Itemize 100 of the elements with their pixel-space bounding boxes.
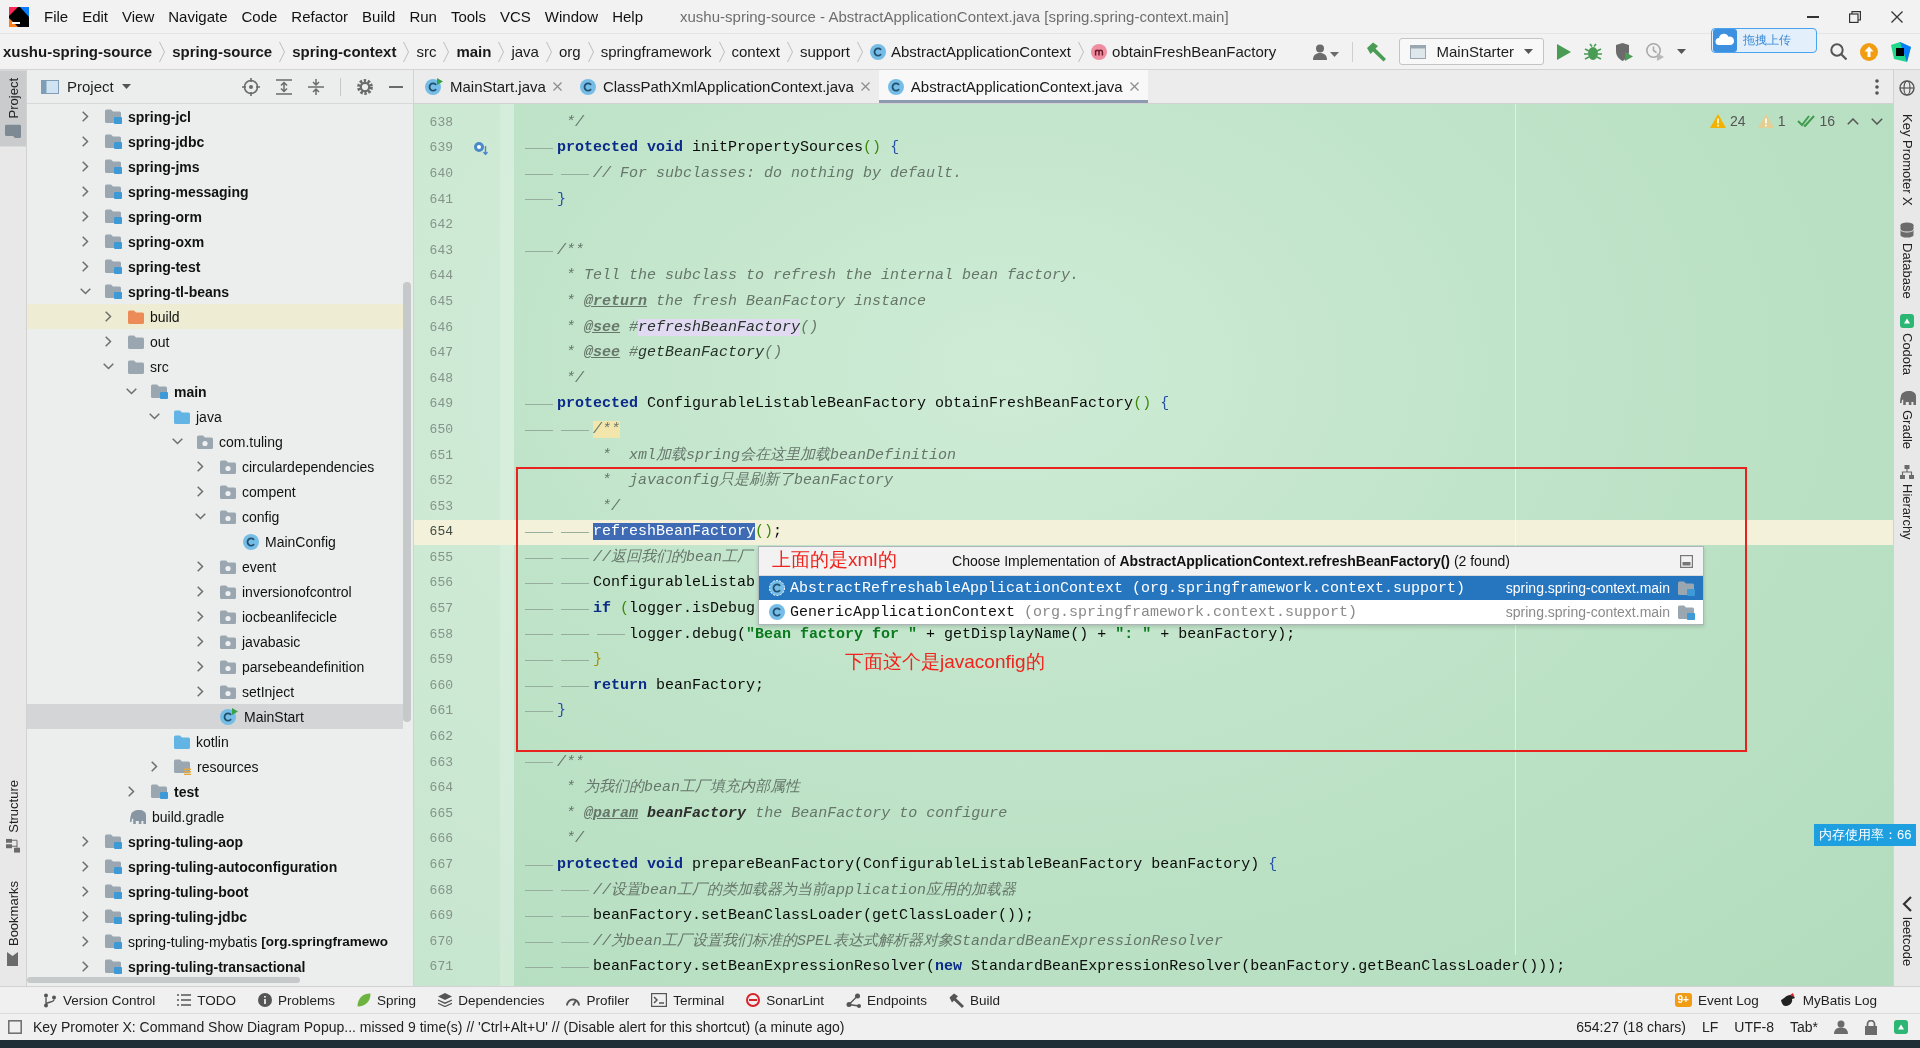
tree-item[interactable]: spring-test <box>27 254 403 279</box>
tool-window-tab[interactable]: Structure <box>0 772 26 861</box>
chevron-icon[interactable] <box>196 561 204 572</box>
tree-item[interactable]: test <box>27 779 403 804</box>
tree-item[interactable]: spring-jcl <box>27 104 403 129</box>
tree-item[interactable]: compent <box>27 479 403 504</box>
tool-window-button[interactable]: Endpoints <box>835 992 939 1008</box>
cursor-position[interactable]: 654:27 (18 chars) <box>1576 1019 1686 1035</box>
tool-window-button[interactable]: Problems <box>247 992 347 1008</box>
menu-item[interactable]: Code <box>234 5 285 28</box>
tree-item[interactable]: resources <box>27 754 403 779</box>
inspection-counter[interactable]: 16 <box>1797 113 1835 129</box>
scrollbar-thumb[interactable] <box>27 977 300 983</box>
chevron-icon[interactable] <box>196 586 204 597</box>
menu-item[interactable]: VCS <box>492 5 538 28</box>
tree-item[interactable]: inversionofcontrol <box>27 579 403 604</box>
tool-window-tab[interactable]: Bookmarks <box>0 872 26 974</box>
tool-window-button[interactable]: 9+ Event Log <box>1663 992 1770 1008</box>
chevron-icon[interactable] <box>81 211 89 222</box>
settings-icon[interactable] <box>357 78 373 95</box>
tool-window-button[interactable]: Terminal <box>640 992 736 1008</box>
logo-icon[interactable] <box>1891 41 1911 62</box>
tree-item[interactable]: spring-messaging <box>27 179 403 204</box>
chevron-icon[interactable] <box>196 686 204 697</box>
collapse-all-icon[interactable] <box>308 78 324 95</box>
chevron-icon[interactable] <box>81 261 89 272</box>
breadcrumb-item[interactable]: main <box>456 43 492 60</box>
square-icon[interactable] <box>8 1020 22 1034</box>
shield-icon[interactable] <box>1615 42 1633 61</box>
chevron-icon[interactable] <box>125 388 137 395</box>
tree-item[interactable]: spring-oxm <box>27 229 403 254</box>
tree-item[interactable]: java <box>27 404 403 429</box>
tree-item[interactable]: build.gradle <box>27 804 403 829</box>
popup-list-item[interactable]: AbstractRefreshableApplicationContext (org.springframework.context.support) spring.spring-context.main <box>759 576 1703 600</box>
menu-item[interactable]: Navigate <box>161 5 235 28</box>
chevron-icon[interactable] <box>104 311 112 322</box>
scrollbar-thumb[interactable] <box>403 282 411 722</box>
tree-item[interactable]: com.tuling <box>27 429 403 454</box>
breadcrumb-item[interactable]: support <box>799 43 850 60</box>
chevron-icon[interactable] <box>102 363 114 370</box>
person-icon[interactable] <box>1313 43 1340 60</box>
breadcrumb-item[interactable]: context <box>731 43 780 60</box>
tree-item[interactable]: spring-jms <box>27 154 403 179</box>
tree-item[interactable]: spring-jdbc <box>27 129 403 154</box>
chevron-icon[interactable] <box>81 911 89 922</box>
chevron-icon[interactable] <box>196 486 204 497</box>
chevron-icon[interactable] <box>150 761 158 772</box>
tool-window-tab[interactable]: Key Promoter X <box>1894 106 1920 214</box>
chevron-icon[interactable] <box>148 413 160 420</box>
menu-item[interactable]: View <box>115 5 162 28</box>
tree-item[interactable]: main <box>27 379 403 404</box>
lock-icon[interactable] <box>1864 1019 1878 1035</box>
chevron-icon[interactable] <box>196 611 204 622</box>
tree-item[interactable]: spring-tuling-autoconfiguration <box>27 854 403 879</box>
menu-item[interactable]: Run <box>402 5 444 28</box>
person-icon[interactable] <box>1834 1020 1848 1034</box>
tool-window-tab[interactable]: leetcode <box>1894 887 1920 974</box>
tool-window-tab[interactable]: Gradle <box>1894 383 1920 458</box>
close-icon[interactable] <box>1891 10 1903 23</box>
menu-item[interactable]: Tools <box>443 5 493 28</box>
chevron-icon[interactable] <box>81 236 89 247</box>
menu-item[interactable]: Edit <box>75 5 116 28</box>
globe-icon[interactable] <box>1899 80 1915 96</box>
tool-window-button[interactable]: TODO <box>166 992 248 1008</box>
tool-window-button[interactable]: Version Control <box>32 992 167 1008</box>
chevron-icon[interactable] <box>81 111 89 122</box>
chevron-icon[interactable] <box>81 961 89 972</box>
menu-item[interactable]: Window <box>537 5 606 28</box>
popup-list-item[interactable]: GenericApplicationContext (org.springframework.context.support) spring.spring-context.main <box>759 600 1703 624</box>
tree-item[interactable]: spring-tuling-aop <box>27 829 403 854</box>
breadcrumb-item[interactable]: org <box>558 43 581 60</box>
chevron-icon[interactable] <box>81 886 89 897</box>
indent-setting[interactable]: Tab* <box>1789 1019 1818 1035</box>
tool-window-button[interactable]: MyBatis Log <box>1769 992 1888 1008</box>
chevron-icon[interactable] <box>196 461 204 472</box>
chevron-icon[interactable] <box>104 336 112 347</box>
tree-item[interactable]: javabasic <box>27 629 403 654</box>
chevron-icon[interactable] <box>171 438 183 445</box>
chevron-icon[interactable] <box>196 636 204 647</box>
chevron-up-icon[interactable] <box>1847 117 1859 125</box>
editor-tab[interactable]: MainStart.java <box>416 70 571 103</box>
tree-item[interactable]: spring-tuling-mybatis [org.springframewo <box>27 929 403 954</box>
tile-icon[interactable] <box>1894 1020 1908 1034</box>
chevron-icon[interactable] <box>81 861 89 872</box>
tree-item[interactable]: spring-tuling-jdbc <box>27 904 403 929</box>
chevron-icon[interactable] <box>79 288 91 295</box>
hammer-icon[interactable] <box>1366 41 1387 62</box>
tool-window-tab[interactable]: Codota <box>1894 306 1920 384</box>
panel-icon[interactable] <box>1680 554 1693 568</box>
tool-window-tab[interactable]: Project <box>0 70 26 147</box>
restore-icon[interactable] <box>1849 10 1861 23</box>
play-icon[interactable] <box>1557 43 1571 60</box>
chevron-icon[interactable] <box>81 136 89 147</box>
more-icon[interactable] <box>1875 78 1879 95</box>
tree-item[interactable]: out <box>27 329 403 354</box>
breadcrumb-item[interactable]: spring-source <box>172 43 273 60</box>
breadcrumb-item[interactable]: xushu-spring-source <box>3 43 153 60</box>
tool-window-tab[interactable]: Database <box>1894 213 1920 307</box>
tree-item[interactable]: kotlin <box>27 729 403 754</box>
tree-item[interactable]: parsebeandefinition <box>27 654 403 679</box>
